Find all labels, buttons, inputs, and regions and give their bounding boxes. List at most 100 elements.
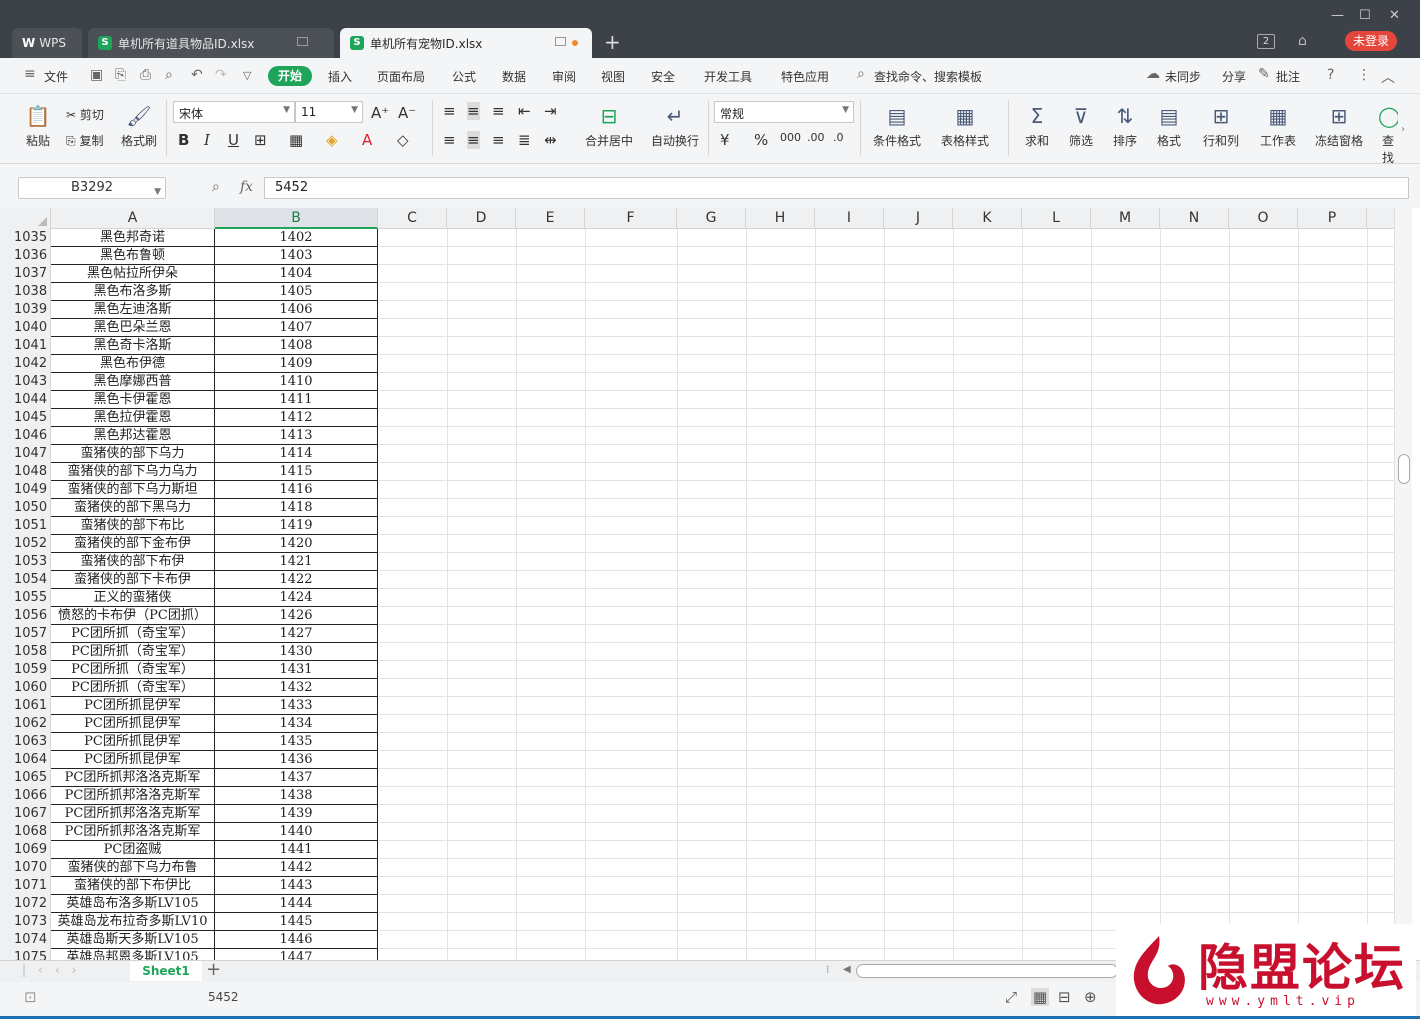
cell-a[interactable]: PC团所抓昆伊军 <box>51 733 215 751</box>
page-break-view-icon[interactable]: ⊟ <box>1058 988 1071 1006</box>
column-header-g[interactable]: G <box>677 208 746 229</box>
percent-icon[interactable]: % <box>754 131 768 149</box>
row-header[interactable]: 1035 <box>0 229 51 247</box>
column-header-e[interactable]: E <box>516 208 585 229</box>
horizontal-scroll-thumb[interactable] <box>856 964 1118 978</box>
cell-a[interactable]: 蛮猪侠的部下乌力 <box>51 445 215 463</box>
cell-a[interactable]: PC团盗贼 <box>51 841 215 859</box>
row-header[interactable]: 1053 <box>0 553 51 571</box>
cell-b[interactable]: 1418 <box>215 499 378 517</box>
cell-a[interactable]: 英雄岛斯天多斯LV105 <box>51 931 215 949</box>
splitter-icon[interactable]: ⁞ <box>826 963 830 976</box>
fill-color-icon[interactable]: ◈ <box>326 131 338 149</box>
distribute-icon[interactable]: ⇹ <box>544 131 557 149</box>
row-header[interactable]: 1066 <box>0 787 51 805</box>
hamburger-icon[interactable]: ≡ <box>24 66 36 82</box>
tab-pets-xlsx[interactable]: S 单机所有宠物ID.xlsx <box>340 28 592 58</box>
menu-page-layout[interactable]: 页面布局 <box>377 68 425 85</box>
function-icon[interactable]: fx <box>240 179 253 195</box>
cell-b[interactable]: 1403 <box>215 247 378 265</box>
row-header[interactable]: 1043 <box>0 373 51 391</box>
increase-font-icon[interactable]: A⁺ <box>371 104 389 122</box>
column-header-l[interactable]: L <box>1022 208 1091 229</box>
decrease-decimal-icon[interactable]: .0 <box>833 131 844 144</box>
cell-a[interactable]: 蛮猪侠的部下布比 <box>51 517 215 535</box>
cell-b[interactable]: 1413 <box>215 427 378 445</box>
minimize-icon[interactable]: — <box>1331 8 1344 23</box>
row-header[interactable]: 1061 <box>0 697 51 715</box>
row-header[interactable]: 1051 <box>0 517 51 535</box>
cell-b[interactable]: 1402 <box>215 229 378 247</box>
table-style-button[interactable]: ▦ 表格样式 <box>936 104 994 149</box>
menu-start[interactable]: 开始 <box>268 66 312 86</box>
align-center-icon[interactable]: ≡ <box>467 131 480 149</box>
row-header[interactable]: 1036 <box>0 247 51 265</box>
cell-b[interactable]: 1446 <box>215 931 378 949</box>
column-header-b[interactable]: B <box>215 208 378 229</box>
cell-a[interactable]: PC团所抓（奇宝军） <box>51 661 215 679</box>
auto-wrap-button[interactable]: ↵ 自动换行 <box>648 104 702 149</box>
cell-b[interactable]: 1436 <box>215 751 378 769</box>
cell-b[interactable]: 1434 <box>215 715 378 733</box>
font-color-icon[interactable]: A <box>362 131 372 149</box>
row-header[interactable]: 1067 <box>0 805 51 823</box>
menu-developer[interactable]: 开发工具 <box>704 68 752 85</box>
cell-a[interactable]: 愤怒的卡布伊（PC团抓） <box>51 607 215 625</box>
cell-b[interactable]: 1433 <box>215 697 378 715</box>
menu-formula[interactable]: 公式 <box>452 68 476 85</box>
column-header-j[interactable]: J <box>884 208 953 229</box>
row-header[interactable]: 1038 <box>0 283 51 301</box>
menu-special[interactable]: 特色应用 <box>781 68 829 85</box>
row-header[interactable]: 1037 <box>0 265 51 283</box>
cell-a[interactable]: PC团所抓邦洛洛克斯军 <box>51 805 215 823</box>
vertical-scrollbar[interactable] <box>1394 208 1412 960</box>
align-middle-icon[interactable]: ≡ <box>467 102 480 120</box>
underline-icon[interactable]: U <box>228 131 239 149</box>
monitor-icon[interactable] <box>555 37 566 46</box>
cell-b[interactable]: 1440 <box>215 823 378 841</box>
export-icon[interactable]: ⎘ <box>115 67 126 83</box>
align-top-icon[interactable]: ≡ <box>443 102 456 120</box>
cut-button[interactable]: ✂ 剪切 <box>66 106 104 123</box>
print-preview-icon[interactable]: ⌕ <box>165 67 173 83</box>
cell-b[interactable]: 1441 <box>215 841 378 859</box>
row-header[interactable]: 1048 <box>0 463 51 481</box>
cell-b[interactable]: 1435 <box>215 733 378 751</box>
freeze-panes-button[interactable]: ⊞ 冻结窗格 <box>1310 104 1368 149</box>
column-header-k[interactable]: K <box>953 208 1022 229</box>
cell-a[interactable]: 蛮猪侠的部下黑乌力 <box>51 499 215 517</box>
cell-b[interactable]: 1443 <box>215 877 378 895</box>
cell-b[interactable]: 1439 <box>215 805 378 823</box>
cell-a[interactable]: 英雄岛布洛多斯LV105 <box>51 895 215 913</box>
menu-data[interactable]: 数据 <box>502 68 526 85</box>
row-header[interactable]: 1063 <box>0 733 51 751</box>
thousands-icon[interactable]: 000 <box>780 131 801 144</box>
cell-a[interactable]: 黑色帖拉所伊朵 <box>51 265 215 283</box>
cell-a[interactable]: 黑色奇卡洛斯 <box>51 337 215 355</box>
row-header[interactable]: 1056 <box>0 607 51 625</box>
row-header[interactable]: 1073 <box>0 913 51 931</box>
row-header[interactable]: 1058 <box>0 643 51 661</box>
increase-decimal-icon[interactable]: .00 <box>807 131 825 144</box>
share-button[interactable]: 分享 <box>1222 68 1246 85</box>
cell-b[interactable]: 1407 <box>215 319 378 337</box>
formula-input[interactable]: 5452 <box>264 177 1409 199</box>
row-header[interactable]: 1052 <box>0 535 51 553</box>
column-header-d[interactable]: D <box>447 208 516 229</box>
cell-a[interactable]: 英雄岛龙布拉奇多斯LV10 <box>51 913 215 931</box>
print-icon[interactable]: ⎙ <box>140 67 151 83</box>
row-header[interactable]: 1050 <box>0 499 51 517</box>
align-right-icon[interactable]: ≡ <box>492 131 505 149</box>
italic-icon[interactable]: I <box>204 131 210 149</box>
help-icon[interactable]: ? <box>1327 67 1334 83</box>
skin-icon[interactable]: ⌂ <box>1298 33 1307 49</box>
justify-icon[interactable]: ≣ <box>518 131 531 149</box>
cell-a[interactable]: PC团所抓（奇宝军） <box>51 643 215 661</box>
border-icon[interactable]: ⊞ <box>254 131 267 149</box>
cell-a[interactable]: PC团所抓昆伊军 <box>51 697 215 715</box>
cell-b[interactable]: 1437 <box>215 769 378 787</box>
cell-a[interactable]: 蛮猪侠的部下布伊比 <box>51 877 215 895</box>
login-button[interactable]: 未登录 <box>1345 31 1397 51</box>
menu-view[interactable]: 视图 <box>601 68 625 85</box>
menu-file[interactable]: 文件 <box>44 68 68 85</box>
